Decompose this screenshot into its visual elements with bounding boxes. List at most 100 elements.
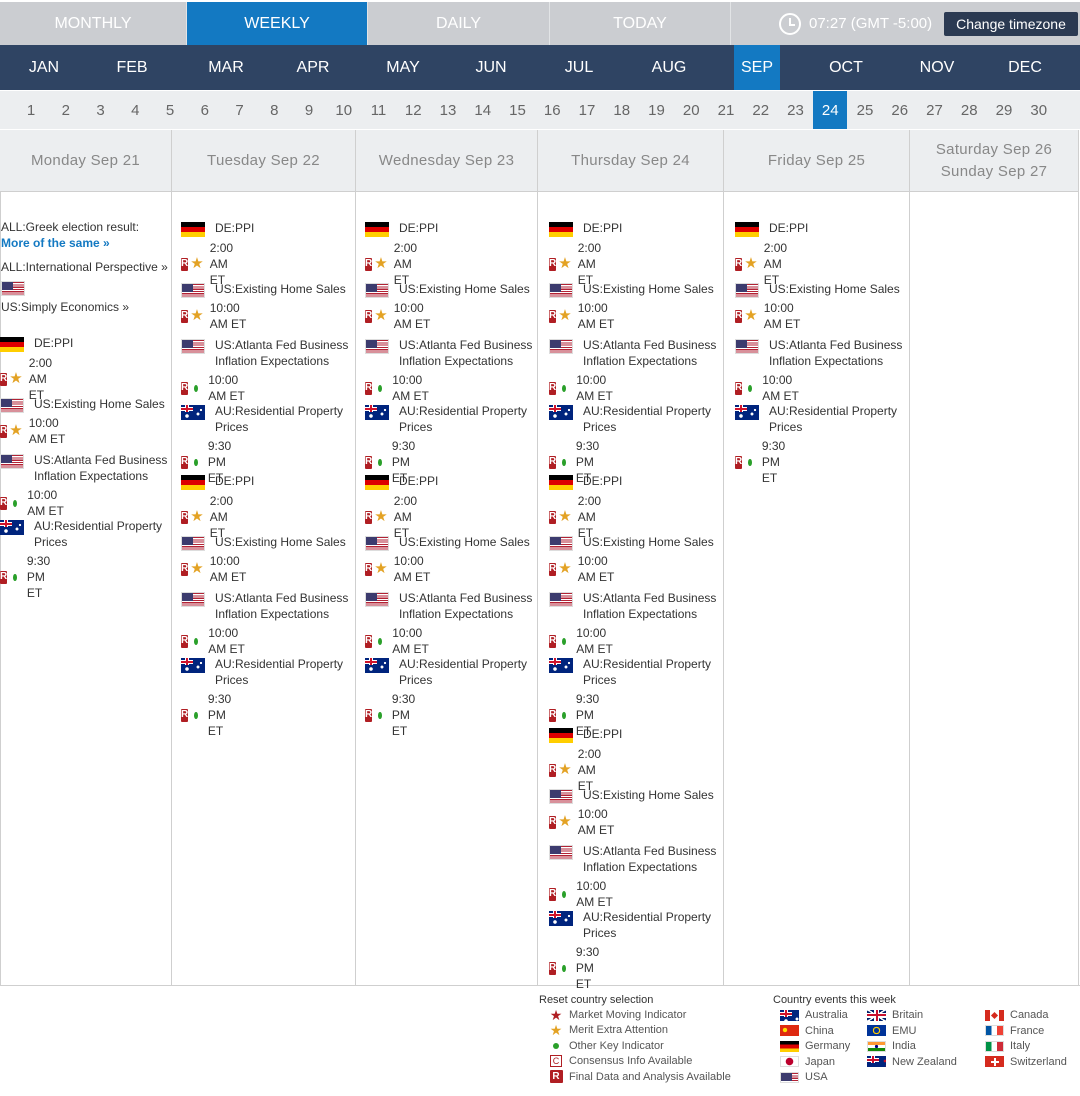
analysis-badge-icon[interactable]: R (549, 708, 557, 722)
country-filter-france[interactable]: France (985, 1025, 1044, 1037)
analysis-badge-icon[interactable]: R (549, 309, 557, 323)
day-20[interactable]: 20 (674, 91, 708, 129)
analysis-badge-icon[interactable]: R (549, 562, 557, 576)
day-3[interactable]: 3 (84, 91, 118, 129)
month-may[interactable]: MAY (358, 45, 448, 90)
analysis-badge-icon[interactable]: R (181, 455, 189, 469)
day-8[interactable]: 8 (257, 91, 291, 129)
month-sep[interactable]: SEP (734, 45, 780, 90)
day-22[interactable]: 22 (744, 91, 778, 129)
analysis-badge-icon[interactable]: R (735, 381, 743, 395)
analysis-badge-icon[interactable]: R (365, 309, 373, 323)
day-5[interactable]: 5 (153, 91, 187, 129)
day-4[interactable]: 4 (118, 91, 152, 129)
country-filter-china[interactable]: China (780, 1025, 834, 1037)
day-23[interactable]: 23 (779, 91, 813, 129)
analysis-badge-icon[interactable]: R (365, 708, 373, 722)
simply-economics-link[interactable]: US:Simply Economics » (1, 300, 129, 314)
country-filter-new-zealand[interactable]: New Zealand (867, 1056, 957, 1068)
analysis-badge-icon[interactable]: R (549, 634, 557, 648)
country-filter-australia[interactable]: Australia (780, 1009, 848, 1021)
analysis-badge-icon[interactable]: R (0, 372, 8, 386)
day-29[interactable]: 29 (987, 91, 1021, 129)
analysis-badge-icon[interactable]: R (549, 961, 557, 975)
change-timezone-button[interactable]: Change timezone (944, 11, 1078, 36)
day-16[interactable]: 16 (535, 91, 569, 129)
tab-today[interactable]: TODAY (550, 2, 731, 45)
country-filter-japan[interactable]: Japan (780, 1056, 835, 1068)
day-7[interactable]: 7 (223, 91, 257, 129)
country-filter-germany[interactable]: Germany (780, 1040, 850, 1052)
day-17[interactable]: 17 (570, 91, 604, 129)
day-1[interactable]: 1 (14, 91, 48, 129)
analysis-badge-icon[interactable]: R (549, 887, 557, 901)
analysis-badge-icon[interactable]: R (181, 510, 189, 524)
analysis-badge-icon[interactable]: R (181, 562, 189, 576)
country-filter-britain[interactable]: Britain (867, 1009, 923, 1021)
analysis-badge-icon[interactable]: R (365, 634, 373, 648)
day-9[interactable]: 9 (292, 91, 326, 129)
analysis-badge-icon[interactable]: R (549, 455, 557, 469)
analysis-badge-icon[interactable]: R (181, 634, 189, 648)
day-10[interactable]: 10 (327, 91, 361, 129)
day-30[interactable]: 30 (1022, 91, 1056, 129)
month-aug[interactable]: AUG (624, 45, 714, 90)
analysis-badge-icon[interactable]: R (735, 257, 743, 271)
analysis-badge-icon[interactable]: R (0, 570, 8, 584)
month-jun[interactable]: JUN (448, 45, 534, 90)
more-of-the-same-link[interactable]: More of the same » (1, 236, 139, 250)
day-6[interactable]: 6 (188, 91, 222, 129)
country-filter-emu[interactable]: EMU (867, 1025, 916, 1037)
analysis-badge-icon[interactable]: R (735, 309, 743, 323)
analysis-badge-icon[interactable]: R (181, 381, 189, 395)
month-apr[interactable]: APR (270, 45, 356, 90)
day-14[interactable]: 14 (466, 91, 500, 129)
day-24[interactable]: 24 (813, 91, 848, 129)
analysis-badge-icon[interactable]: R (181, 708, 189, 722)
analysis-badge-icon[interactable]: R (549, 763, 557, 777)
month-oct[interactable]: OCT (800, 45, 892, 90)
day-15[interactable]: 15 (501, 91, 535, 129)
analysis-badge-icon[interactable]: R (0, 496, 8, 510)
day-25[interactable]: 25 (848, 91, 882, 129)
analysis-badge-icon[interactable]: R (181, 257, 189, 271)
month-jul[interactable]: JUL (536, 45, 622, 90)
analysis-badge-icon[interactable]: R (549, 815, 557, 829)
analysis-badge-icon[interactable]: R (365, 562, 373, 576)
tab-weekly[interactable]: WEEKLY (187, 2, 368, 45)
day-27[interactable]: 27 (918, 91, 952, 129)
tab-daily[interactable]: DAILY (368, 2, 550, 45)
day-13[interactable]: 13 (431, 91, 465, 129)
month-mar[interactable]: MAR (182, 45, 270, 90)
analysis-badge-icon[interactable]: R (365, 381, 373, 395)
tab-monthly[interactable]: MONTHLY (0, 2, 187, 45)
analysis-badge-icon[interactable]: R (549, 257, 557, 271)
analysis-badge-icon[interactable]: R (0, 424, 8, 438)
month-nov[interactable]: NOV (892, 45, 982, 90)
international-perspective-link[interactable]: ALL:International Perspective » (1, 260, 168, 274)
analysis-badge-icon[interactable]: R (365, 455, 373, 469)
analysis-badge-icon[interactable]: R (365, 257, 373, 271)
day-19[interactable]: 19 (640, 91, 674, 129)
analysis-badge-icon[interactable]: R (549, 510, 557, 524)
month-jan[interactable]: JAN (0, 45, 88, 90)
country-filter-usa[interactable]: USA (780, 1071, 828, 1083)
day-2[interactable]: 2 (49, 91, 83, 129)
country-filter-canada[interactable]: Canada (985, 1009, 1049, 1021)
day-28[interactable]: 28 (952, 91, 986, 129)
analysis-badge-icon[interactable]: R (181, 309, 189, 323)
country-filter-india[interactable]: India (867, 1040, 916, 1052)
country-filter-italy[interactable]: Italy (985, 1040, 1030, 1052)
country-filter-switzerland[interactable]: Switzerland (985, 1056, 1067, 1068)
reset-country-link[interactable]: Reset country selection (539, 994, 731, 1006)
day-12[interactable]: 12 (396, 91, 430, 129)
analysis-badge-icon[interactable]: R (549, 381, 557, 395)
month-feb[interactable]: FEB (88, 45, 176, 90)
day-11[interactable]: 11 (362, 91, 396, 129)
month-dec[interactable]: DEC (982, 45, 1068, 90)
day-26[interactable]: 26 (883, 91, 917, 129)
day-18[interactable]: 18 (605, 91, 639, 129)
analysis-badge-icon[interactable]: R (735, 455, 743, 469)
analysis-badge-icon[interactable]: R (365, 510, 373, 524)
day-21[interactable]: 21 (709, 91, 743, 129)
